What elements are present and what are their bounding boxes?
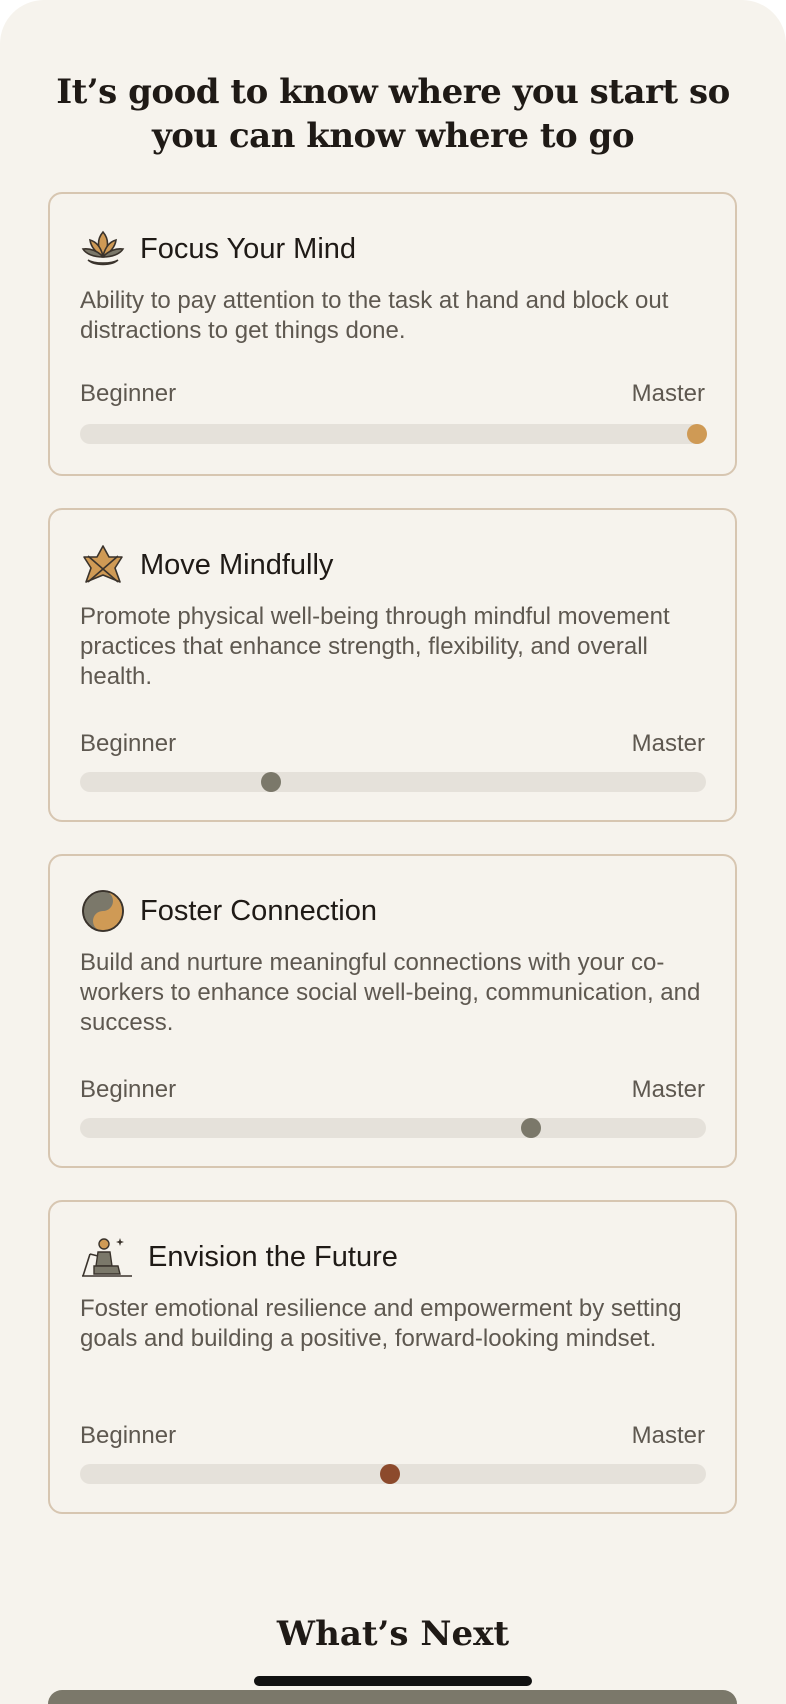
skill-level-slider[interactable] — [80, 772, 706, 792]
card-description: Ability to pay attention to the task at … — [80, 287, 669, 344]
skill-card-move-mindfully: Move Mindfully Promote physical well-bei… — [48, 508, 737, 822]
whats-next-heading: What’s Next — [276, 1614, 510, 1654]
home-indicator — [254, 1676, 532, 1686]
scale-max-label: Master — [631, 730, 705, 757]
card-description: Build and nurture meaningful connections… — [80, 949, 701, 1036]
scale-max-label: Master — [631, 1076, 705, 1103]
page-heading: It’s good to know where you start so you… — [56, 72, 730, 156]
card-description: Foster emotional resilience and empowerm… — [80, 1295, 682, 1352]
yin-yang-icon — [80, 888, 126, 934]
scale-max-label: Master — [631, 380, 705, 407]
lotus-icon — [80, 226, 126, 272]
meditating-person-icon — [80, 1234, 134, 1280]
slider-thumb[interactable] — [686, 424, 707, 444]
skill-level-slider[interactable] — [80, 424, 707, 444]
scale-min-label: Beginner — [80, 730, 177, 757]
scale-min-label: Beginner — [80, 1422, 177, 1449]
skill-level-slider[interactable] — [80, 1118, 706, 1138]
star-figure-icon — [80, 542, 126, 588]
card-header: Envision the Future — [80, 1234, 398, 1280]
continue-button[interactable] — [48, 1690, 737, 1704]
card-header: Foster Connection — [80, 888, 377, 934]
scale-max-label: Master — [631, 1422, 705, 1449]
skill-card-foster-connection: Foster Connection Build and nurture mean… — [48, 854, 737, 1168]
slider-thumb[interactable] — [520, 1118, 541, 1138]
card-title: Foster Connection — [140, 894, 377, 927]
card-title: Move Mindfully — [140, 548, 334, 581]
skill-card-envision-the-future: Envision the Future Foster emotional res… — [48, 1200, 737, 1514]
assessment-screen: It’s good to know where you start so you… — [0, 0, 786, 1704]
scale-min-label: Beginner — [80, 380, 177, 407]
card-title: Envision the Future — [148, 1240, 398, 1273]
card-header: Move Mindfully — [80, 542, 333, 588]
skill-card-focus-your-mind: Focus Your Mind Ability to pay attention… — [48, 192, 737, 476]
card-description: Promote physical well-being through mind… — [80, 603, 670, 690]
card-title: Focus Your Mind — [140, 232, 357, 265]
skill-level-slider[interactable] — [80, 1464, 706, 1484]
slider-thumb[interactable] — [260, 772, 281, 792]
scale-min-label: Beginner — [80, 1076, 177, 1103]
card-header: Focus Your Mind — [80, 226, 356, 272]
slider-thumb[interactable] — [379, 1464, 400, 1484]
